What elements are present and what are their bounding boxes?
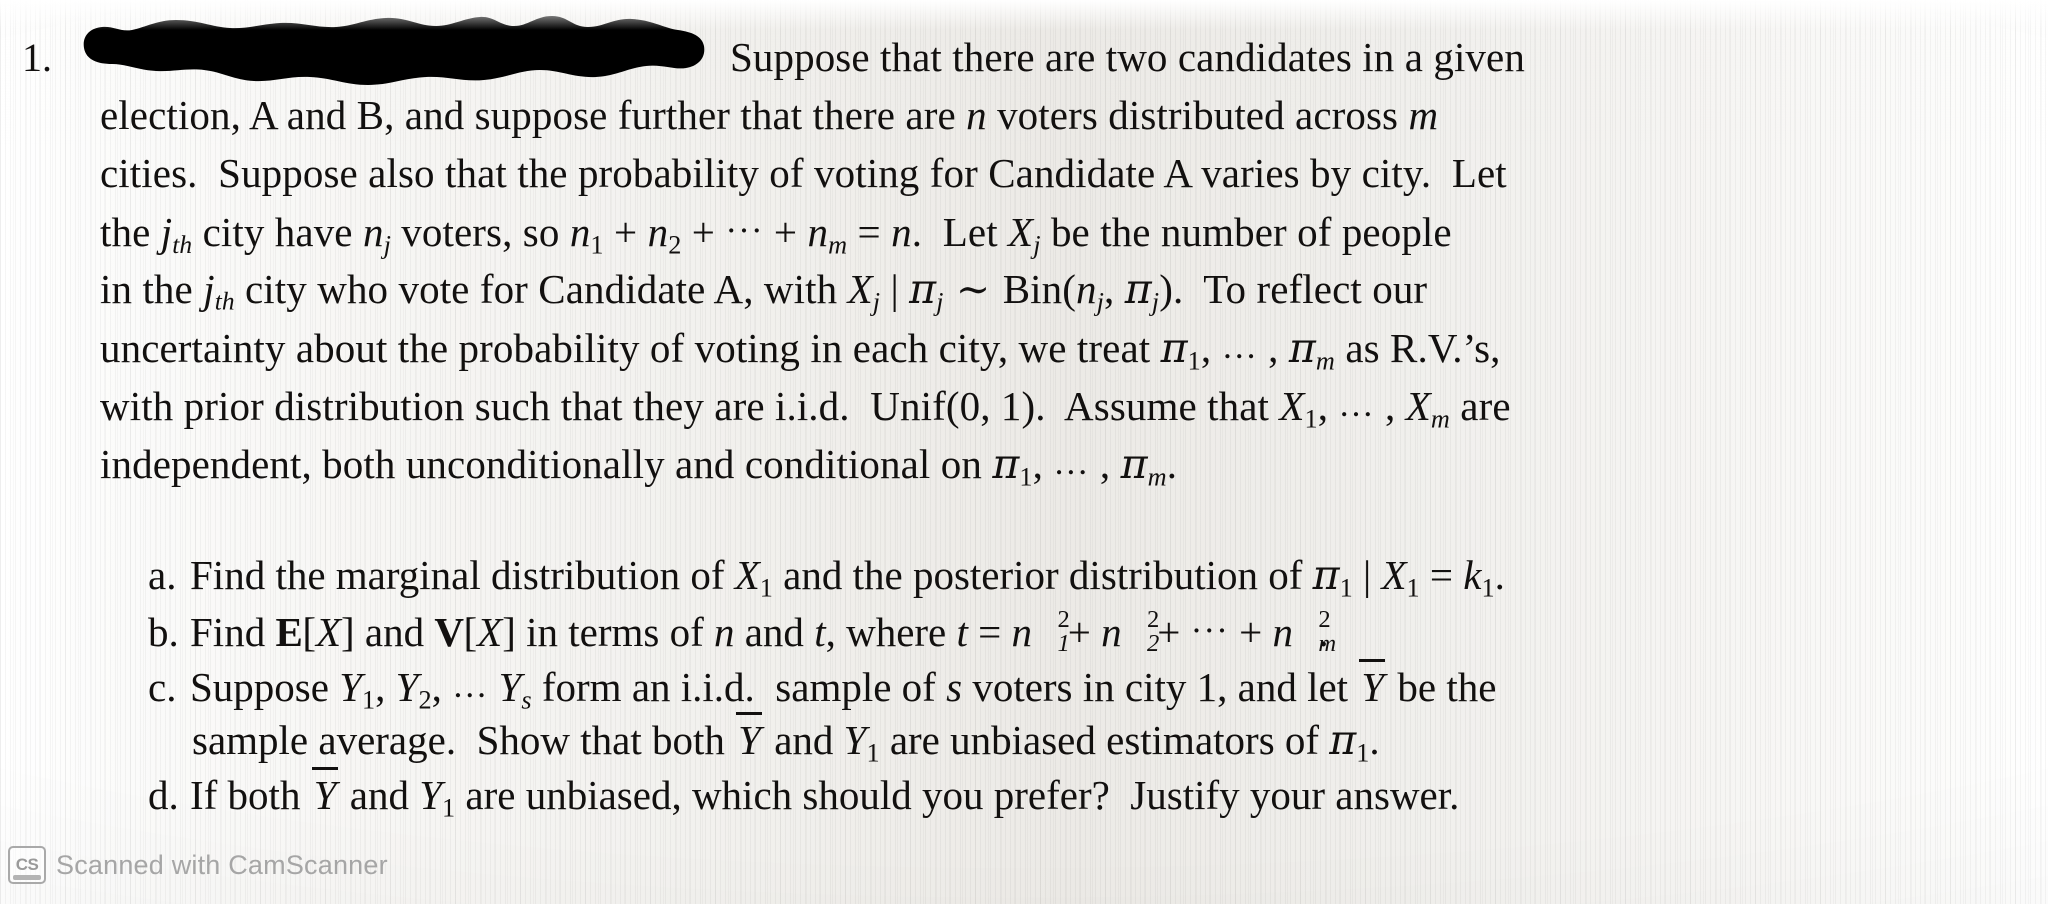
- subquestion-d: d. If both Y and Y1 are unbiased, which s…: [148, 767, 2048, 823]
- question-number: 1.: [22, 35, 52, 80]
- subquestion-label: c.: [148, 664, 177, 711]
- subquestion-line: a. Find the marginal distribution of X1 a…: [148, 548, 2048, 603]
- camscanner-badge-icon: CS: [8, 846, 46, 884]
- subquestion-label: a.: [148, 552, 177, 598]
- subquestion-label: b.: [148, 609, 179, 656]
- subquestion-line: b. Find E[X] and V[X] in terms of n and t…: [148, 603, 2048, 658]
- subquestion-label: d.: [148, 772, 179, 818]
- scanned-page: 1. Suppose that there are two candidates…: [0, 0, 2048, 904]
- subquestion-list: a. Find the marginal distribution of X1 a…: [148, 548, 2048, 823]
- subquestion-a: a. Find the marginal distribution of X1 a…: [148, 548, 2048, 603]
- paragraph-line: in the jth city who vote for Candidate A…: [100, 265, 1428, 317]
- paragraph-line: the jth city have nj voters, so n1 + n2 …: [100, 209, 1452, 260]
- paragraph-line: cities. Suppose also that the probabilit…: [100, 150, 1507, 196]
- subquestion-b: b. Find E[X] and V[X] in terms of n and t…: [148, 603, 2048, 658]
- document-content: 1. Suppose that there are two candidates…: [0, 0, 2048, 904]
- subquestion-line: sample average. Show that both Y and Y1 …: [148, 712, 2048, 768]
- paragraph-line: independent, both unconditionally and co…: [100, 440, 1178, 492]
- camscanner-label: Scanned with CamScanner: [56, 849, 388, 880]
- paragraph-line: election, A and B, and suppose further t…: [100, 92, 1439, 138]
- subquestion-line: c. Suppose Y1, Y2, … Ys form an i.i.d. sa…: [148, 658, 2048, 715]
- subquestion-c: c. Suppose Y1, Y2, … Ys form an i.i.d. sa…: [148, 658, 2048, 768]
- paragraph-line: with prior distribution such that they a…: [100, 383, 1511, 434]
- camscanner-watermark: CS Scanned with CamScanner: [8, 846, 388, 884]
- question-body: Suppose that there are two candidates in…: [100, 28, 2044, 492]
- subquestion-line: d. If both Y and Y1 are unbiased, which s…: [148, 767, 2048, 823]
- paragraph-line: Suppose that there are two candidates in…: [730, 34, 1525, 80]
- paragraph-line: uncertainty about the probability of vot…: [100, 324, 1501, 376]
